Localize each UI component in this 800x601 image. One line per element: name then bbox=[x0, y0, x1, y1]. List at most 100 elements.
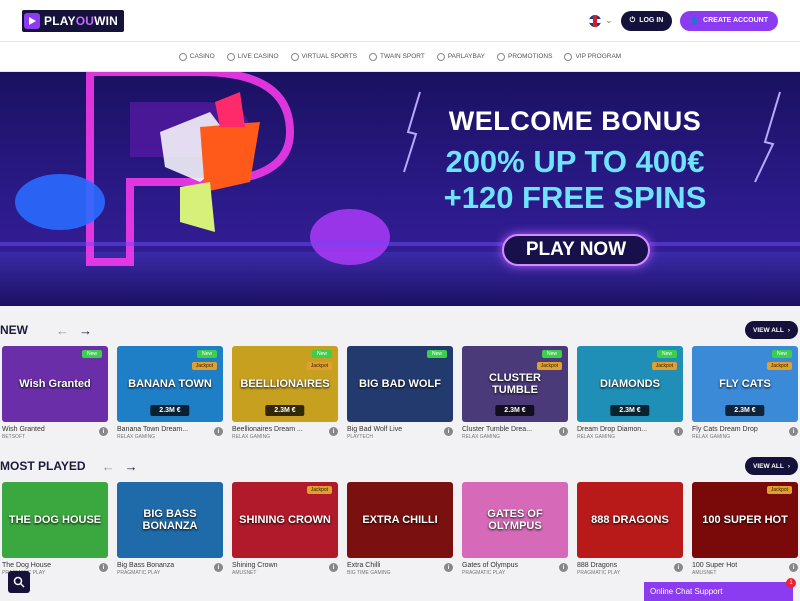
nav-item-twain-sport[interactable]: TWAIN SPORT bbox=[369, 52, 425, 61]
game-thumbnail[interactable]: BEELLIONAIRES New Jackpot 2.3M € bbox=[232, 346, 338, 422]
game-meta: 888 Dragons PRAGMATIC PLAY i bbox=[577, 562, 683, 576]
info-icon[interactable]: i bbox=[789, 563, 798, 572]
info-icon[interactable]: i bbox=[559, 563, 568, 572]
game-thumbnail[interactable]: BIG BAD WOLF New bbox=[347, 346, 453, 422]
game-thumbnail[interactable]: 888 DRAGONS bbox=[577, 482, 683, 558]
game-card[interactable]: EXTRA CHILLI Extra Chilli BIG TIME GAMING i bbox=[347, 482, 453, 576]
promotions-icon bbox=[497, 52, 506, 61]
nav-item-parlaybay[interactable]: PARLAYBAY bbox=[436, 52, 485, 61]
nav-label: VIRTUAL SPORTS bbox=[301, 53, 358, 60]
info-icon[interactable]: i bbox=[214, 427, 223, 436]
game-thumbnail[interactable]: EXTRA CHILLI bbox=[347, 482, 453, 558]
game-provider: RELAX GAMING bbox=[692, 434, 731, 440]
uk-flag-icon bbox=[589, 14, 602, 27]
game-thumbnail[interactable]: BIG BASS BONANZA bbox=[117, 482, 223, 558]
game-card[interactable]: DIAMONDS New Jackpot 2.3M € Dream Drop Diamo… bbox=[577, 346, 683, 440]
info-icon[interactable]: i bbox=[444, 563, 453, 572]
site-header: PLAYOUWIN ⌄ ⏻ LOG IN 👤 CREATE ACCOUNT bbox=[0, 0, 800, 42]
game-card[interactable]: SHINING CROWN Jackpot Shining Crown AMUSNET… bbox=[232, 482, 338, 576]
info-icon[interactable]: i bbox=[789, 427, 798, 436]
game-title: Dream Drop Diamon... bbox=[577, 426, 648, 433]
online-chat-button[interactable]: Online Chat Support 1 bbox=[644, 578, 796, 601]
thumbnail-title: 888 DRAGONS bbox=[591, 514, 669, 526]
new-badge: New bbox=[656, 350, 677, 358]
virtual-sports-icon bbox=[290, 52, 299, 61]
nav-item-vip-program[interactable]: VIP PROGRAM bbox=[564, 52, 621, 61]
nav-label: LIVE CASINO bbox=[237, 53, 279, 60]
game-title: Cluster Tumble Drea... bbox=[462, 426, 533, 433]
create-account-button[interactable]: 👤 CREATE ACCOUNT bbox=[680, 10, 778, 31]
game-meta: Dream Drop Diamon... RELAX GAMING i bbox=[577, 426, 683, 440]
game-provider: PRAGMATIC PLAY bbox=[462, 570, 506, 576]
info-icon[interactable]: i bbox=[674, 427, 683, 436]
game-thumbnail[interactable]: Wish Granted New bbox=[2, 346, 108, 422]
game-card[interactable]: THE DOG HOUSEThe Dog HousePRAGMATIC PLAY… bbox=[2, 482, 108, 576]
game-card[interactable]: CLUSTER TUMBLE New Jackpot 2.3M € Cluster Tu… bbox=[462, 346, 568, 440]
game-card[interactable]: GATES OF OLYMPUS Gates of Olympus PRAGMATI… bbox=[462, 482, 568, 576]
jackpot-badge: Jackpot bbox=[306, 362, 332, 370]
welcome-bonus-banner[interactable]: WELCOME BONUS 200% UP TO 400€ +120 FREE … bbox=[0, 72, 800, 306]
search-button[interactable] bbox=[8, 571, 30, 593]
game-card[interactable]: 100 SUPER HOT Jackpot 100 Super Hot AMUSNET… bbox=[692, 482, 798, 576]
view-all-button[interactable]: VIEW ALL › bbox=[745, 321, 798, 339]
game-thumbnail[interactable]: GATES OF OLYMPUS bbox=[462, 482, 568, 558]
game-card[interactable]: BANANA TOWN New Jackpot 2.3M € Banana Town D… bbox=[117, 346, 223, 440]
game-title: 888 Dragons bbox=[577, 562, 618, 569]
jackpot-amount: 2.3M € bbox=[725, 405, 765, 416]
section-title-group: MOST PLAYED ← → bbox=[0, 459, 138, 474]
thumbnail-title: GATES OF OLYMPUS bbox=[487, 508, 543, 532]
thumbnail-title: SHINING CROWN bbox=[239, 514, 331, 526]
login-button[interactable]: ⏻ LOG IN bbox=[620, 10, 673, 31]
site-logo[interactable]: PLAYOUWIN bbox=[22, 9, 125, 32]
new-badge: New bbox=[771, 350, 792, 358]
game-thumbnail[interactable]: 100 SUPER HOT Jackpot bbox=[692, 482, 798, 558]
view-all-button[interactable]: VIEW ALL › bbox=[745, 457, 798, 475]
game-text: Extra Chilli BIG TIME GAMING bbox=[347, 562, 391, 576]
game-list: THE DOG HOUSE The Dog House PRAGMATIC PLAY… bbox=[0, 482, 800, 576]
info-icon[interactable]: i bbox=[559, 427, 568, 436]
game-card[interactable]: BIG BAD WOLF New Big Bad Wolf Live PLAYTECH… bbox=[347, 346, 453, 440]
game-text: Big Bass Bonanza PRAGMATIC PLAY bbox=[117, 562, 174, 576]
most-played-section: MOST PLAYED ← → VIEW ALL › THE DOG HOUSE T… bbox=[0, 450, 800, 576]
language-selector[interactable]: ⌄ bbox=[589, 14, 613, 27]
arrow-right-icon[interactable]: → bbox=[125, 459, 138, 474]
banner-offer-line1: 200% UP TO 400€ bbox=[445, 144, 705, 179]
game-provider: RELAX GAMING bbox=[577, 434, 616, 440]
info-icon[interactable]: i bbox=[444, 427, 453, 436]
info-icon[interactable]: i bbox=[329, 427, 338, 436]
game-card[interactable]: 888 DRAGONS 888 Dragons PRAGMATIC PLAY i bbox=[577, 482, 683, 576]
info-icon[interactable]: i bbox=[674, 563, 683, 572]
game-card[interactable]: Wish Granted New Wish Granted BETSOFT i bbox=[2, 346, 108, 440]
game-card[interactable]: FLY CATS New Jackpot 2.3M € Fly Cats Dream D… bbox=[692, 346, 798, 440]
game-card[interactable]: BIG BASS BONANZA Big Bass Bonanza PRAGMATI… bbox=[117, 482, 223, 576]
game-card[interactable]: BEELLIONAIRES New Jackpot 2.3M € Beellionair… bbox=[232, 346, 338, 440]
section-header: NEW ← → VIEW ALL › bbox=[0, 314, 800, 346]
chat-label: Online Chat Support bbox=[650, 587, 723, 596]
nav-item-casino[interactable]: CASINO bbox=[178, 52, 215, 61]
game-thumbnail[interactable]: BANANA TOWN New Jackpot 2.3M € bbox=[117, 346, 223, 422]
nav-item-virtual-sports[interactable]: VIRTUAL SPORTS bbox=[290, 52, 358, 61]
arrow-left-icon[interactable]: ← bbox=[56, 323, 69, 338]
info-icon[interactable]: i bbox=[214, 563, 223, 572]
arrow-right-icon[interactable]: → bbox=[79, 323, 92, 338]
game-thumbnail[interactable]: FLY CATS New Jackpot 2.3M € bbox=[692, 346, 798, 422]
game-thumbnail[interactable]: CLUSTER TUMBLE New Jackpot 2.3M € bbox=[462, 346, 568, 422]
nav-item-promotions[interactable]: PROMOTIONS bbox=[497, 52, 552, 61]
nav-item-live-casino[interactable]: LIVE CASINO bbox=[226, 52, 279, 61]
info-icon[interactable]: i bbox=[99, 563, 108, 572]
play-now-button[interactable]: PLAY NOW bbox=[502, 234, 650, 266]
arrow-left-icon[interactable]: ← bbox=[102, 459, 115, 474]
info-icon[interactable]: i bbox=[99, 427, 108, 436]
new-badge: New bbox=[81, 350, 102, 358]
game-thumbnail[interactable]: SHINING CROWN Jackpot bbox=[232, 482, 338, 558]
search-icon bbox=[13, 576, 25, 588]
new-badge: New bbox=[426, 350, 447, 358]
game-thumbnail[interactable]: THE DOG HOUSE bbox=[2, 482, 108, 558]
game-meta: Banana Town Dream... RELAX GAMING i bbox=[117, 426, 223, 440]
jackpot-amount: 2.3M € bbox=[265, 405, 305, 416]
game-provider: BIG TIME GAMING bbox=[347, 570, 391, 576]
info-icon[interactable]: i bbox=[329, 563, 338, 572]
game-thumbnail[interactable]: DIAMONDS New Jackpot 2.3M € bbox=[577, 346, 683, 422]
game-provider: PRAGMATIC PLAY bbox=[117, 570, 161, 576]
jackpot-amount: 2.3M € bbox=[150, 405, 190, 416]
